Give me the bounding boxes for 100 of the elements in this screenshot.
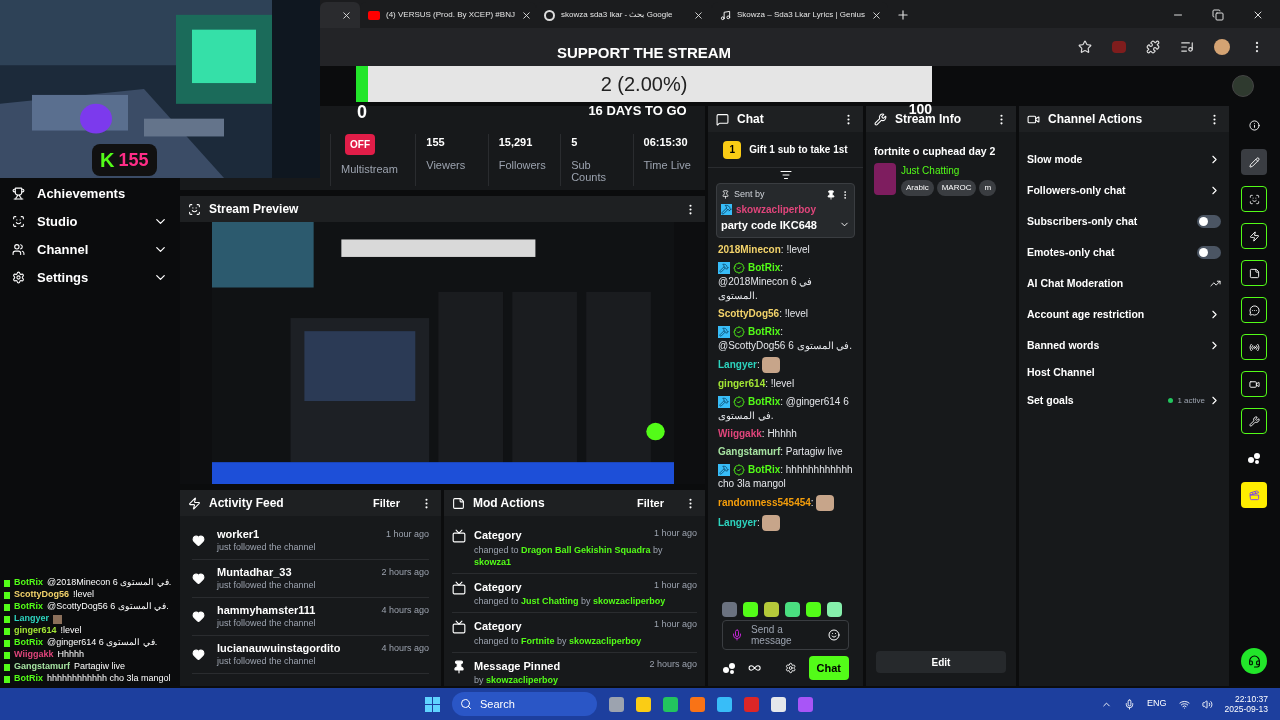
pinned-label: Sent by	[734, 188, 766, 201]
overlay-message: Partagiw live	[74, 660, 126, 674]
timestamp: 1 hour ago	[653, 527, 697, 540]
overlay-message: !level	[60, 624, 82, 638]
overlay-message: Hhhhh	[57, 648, 84, 662]
timestamp: 4 hours ago	[381, 604, 429, 616]
panel-title: Stream Preview	[209, 201, 300, 218]
overlay-message: @2018Minecon 6 في المستوى.	[47, 576, 172, 590]
chat-username[interactable]: skowzacliperboy	[736, 201, 817, 217]
stat-label: Viewers	[426, 158, 467, 171]
goal-title: SUPPORT THE STREAM	[555, 44, 733, 62]
sidebar-item[interactable]: Channel	[12, 240, 168, 259]
goal-progress-text: 2 (2.00%)	[600, 72, 688, 97]
chat-message: Gangstamurf: Partagiw live	[718, 445, 844, 459]
badge-count: 155	[118, 148, 149, 172]
tag-chip[interactable]: m	[979, 179, 997, 196]
stream-title: fortnite o cuphead day 2	[874, 144, 997, 159]
send-button[interactable]: Chat	[808, 655, 849, 680]
follower-name[interactable]: worker1	[217, 527, 260, 541]
tag-chip[interactable]: Arabic	[901, 179, 934, 196]
chat-username[interactable]: randomness545454	[718, 496, 811, 508]
follower-name[interactable]: lucianauwuinstagordito	[217, 641, 341, 655]
goal-countdown: 16 DAYS TO GO	[588, 102, 687, 120]
action-title: Category	[474, 579, 522, 595]
sidebar-item[interactable]: Achievements	[12, 184, 168, 203]
action-description: changed to Dragon Ball Gekishin Squadra by skowza1	[474, 543, 664, 568]
goal-start-value: 0	[357, 102, 367, 122]
channel-action-item[interactable]: Banned words	[1027, 330, 1221, 361]
chat-username[interactable]: Langyer	[718, 358, 757, 370]
stat-label: Multistream	[341, 163, 399, 175]
category-link[interactable]: Dragon Ball Gekishin Squadra	[521, 544, 651, 555]
category-link[interactable]: Fortnite	[521, 635, 555, 646]
timestamp: 1 hour ago	[653, 578, 697, 592]
chat-message: Langyer:	[718, 357, 853, 373]
stat-value: 155	[426, 135, 446, 150]
chat-message: ginger614: !level	[718, 377, 796, 391]
activity-text: just followed the channel	[217, 617, 317, 630]
status-badge[interactable]: OFF	[345, 134, 375, 155]
timestamp: 4 hours ago	[381, 642, 429, 654]
overlay-username: Gangstamurf	[14, 660, 70, 674]
message-input[interactable]: Send a message	[722, 619, 849, 650]
activity-text: just followed the channel	[217, 579, 317, 592]
filter-link[interactable]: Filter	[373, 494, 400, 512]
chat-username[interactable]: Langyer	[718, 516, 757, 528]
chat-username[interactable]: 2018Minecon	[718, 244, 781, 255]
panel-title: Channel Actions	[1048, 111, 1144, 128]
channel-action-item[interactable]: Subscribers-only chat	[1027, 206, 1221, 237]
chat-message: 2018Minecon: !level	[718, 243, 811, 257]
overlay-username: Wiiggakk	[14, 648, 54, 662]
action-title: Message Pinned	[474, 658, 561, 674]
status-text: 1 active	[1177, 394, 1205, 407]
overlay-username: BotRix	[14, 636, 43, 650]
channel-action-item[interactable]: Followers-only chat	[1027, 175, 1221, 206]
chat-username[interactable]: Wiiggakk	[718, 428, 762, 439]
timestamp: 1 hour ago	[385, 528, 429, 540]
stat-value: 06:15:30	[643, 135, 689, 150]
action-description: changed to Fortnite by skowzacliperboy	[474, 634, 643, 647]
sidebar-item[interactable]: Studio	[12, 212, 168, 231]
rank-badge: 1	[723, 140, 742, 159]
action-title: Category	[474, 619, 522, 634]
chat-message: BotRix: hhhhhhhhhhhh cho 3la mangol	[718, 463, 853, 491]
stat-value: 15,291	[498, 135, 534, 150]
timestamp: 1 hour ago	[653, 618, 697, 631]
channel-action-item[interactable]: Slow mode	[1027, 144, 1221, 175]
action-title: Category	[474, 528, 522, 543]
edit-button[interactable]: Edit	[876, 651, 1006, 673]
filter-link[interactable]: Filter	[637, 494, 664, 512]
user-link[interactable]: skowzacliperboy	[486, 675, 559, 685]
timestamp: 2 hours ago	[649, 657, 697, 671]
user-link[interactable]: skowza1	[474, 556, 512, 567]
user-link[interactable]: skowzacliperboy	[593, 596, 666, 606]
stat-label: Sub Counts	[571, 158, 607, 183]
gift-banner-text[interactable]: Gift 1 sub to take 1st	[749, 142, 848, 157]
channel-action-item[interactable]: Emotes-only chat	[1027, 237, 1221, 268]
channel-action-item[interactable]: Host Channel	[1027, 361, 1221, 385]
user-link[interactable]: skowzacliperboy	[569, 635, 642, 646]
category-link[interactable]: Just Chatting	[521, 596, 579, 606]
overlay-username: ginger614	[14, 624, 57, 638]
activity-text: just followed the channel	[217, 541, 317, 554]
chat-message: ScottyDog56: !level	[718, 307, 810, 321]
taskbar-search[interactable]: Search	[452, 692, 597, 716]
clock[interactable]: 22:10:37 2025-09-13	[1224, 694, 1268, 714]
chat-message: Wiiggakk: Hhhhh	[718, 427, 798, 441]
category-link[interactable]: Just Chatting	[901, 162, 997, 178]
timestamp: 2 hours ago	[381, 566, 429, 578]
tag-chip[interactable]: MAROC	[936, 179, 977, 196]
stat-label: Time Live	[643, 158, 692, 171]
sidebar-item[interactable]: Settings	[12, 268, 168, 287]
pinned-text: party code IKC648	[721, 217, 818, 233]
channel-action-item[interactable]: Account age restriction	[1027, 299, 1221, 330]
channel-action-item[interactable]: Set goals 1 active	[1027, 385, 1221, 416]
channel-action-item[interactable]: AI Chat Moderation	[1027, 268, 1221, 299]
activity-text: just followed the channel	[217, 655, 317, 668]
follower-name[interactable]: Muntadhar_33	[217, 565, 292, 579]
overlay-message: !level	[73, 588, 95, 602]
follower-name[interactable]: hammyhamster111	[217, 603, 316, 617]
overlay-message: @ScottyDog56 6 في المستوى.	[47, 600, 169, 614]
overlay-message: hhhhhhhhhhhh cho 3la mangol	[47, 672, 171, 686]
stat-value: 5	[571, 135, 579, 150]
language-indicator[interactable]: ENG	[1147, 697, 1167, 711]
